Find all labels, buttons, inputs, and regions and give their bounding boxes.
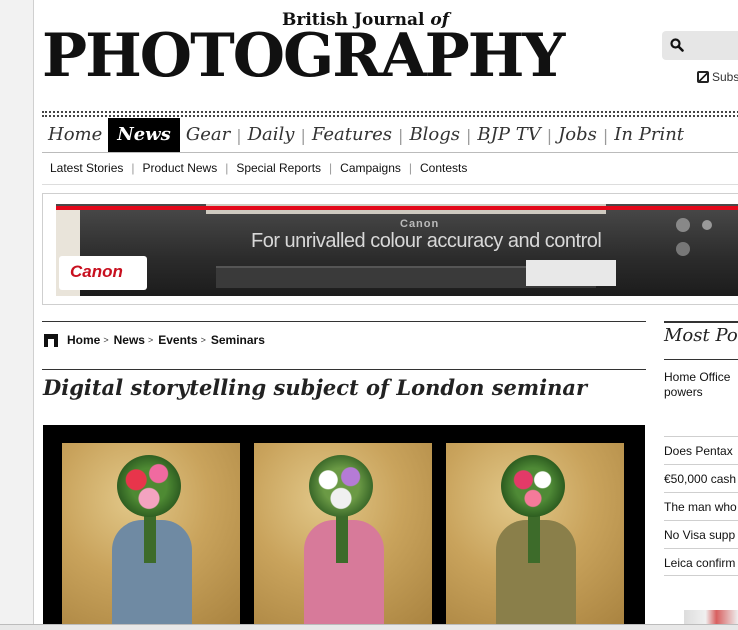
sidebar-title-rule: [664, 359, 738, 360]
browser-scrollbar[interactable]: [0, 624, 738, 630]
ad-printer-button: [676, 218, 690, 232]
breadcrumb: Home > News > Events > Seminars: [44, 333, 265, 347]
subnav-item-campaigns[interactable]: Campaigns: [332, 161, 409, 175]
ad-printer-paper: [526, 260, 616, 286]
main-nav: Home News Gear | Daily | Features | Blog…: [42, 118, 690, 152]
ad-accent-line: [56, 206, 738, 210]
sidebar-list-item[interactable]: €50,000 cash: [664, 464, 738, 492]
ad-printer-button: [676, 242, 690, 256]
breadcrumb-top-rule: [42, 321, 646, 322]
ad-canon-logo: Canon: [70, 262, 123, 281]
breadcrumb-news[interactable]: News: [114, 333, 145, 347]
search-icon[interactable]: [670, 38, 684, 52]
breadcrumb-events[interactable]: Events: [158, 333, 197, 347]
home-icon[interactable]: [44, 333, 58, 347]
masthead-divider: [42, 111, 738, 117]
article-photo-3[interactable]: [446, 443, 624, 630]
nav-item-bjp-tv[interactable]: BJP TV: [471, 118, 546, 152]
article-title: Digital storytelling subject of London s…: [43, 375, 588, 400]
breadcrumb-home[interactable]: Home: [67, 333, 100, 347]
nav-item-news[interactable]: News: [108, 118, 180, 152]
nav-item-blogs[interactable]: Blogs: [403, 118, 466, 152]
nav-divider: [42, 152, 738, 153]
sidebar-title: Most Po: [664, 325, 738, 346]
sub-nav: Latest Stories | Product News | Special …: [42, 161, 475, 175]
subscribe-link[interactable]: Subs: [697, 70, 738, 84]
browser-left-gutter: [0, 0, 34, 630]
subnav-item-product-news[interactable]: Product News: [135, 161, 226, 175]
edit-icon: [697, 71, 709, 83]
sidebar-list-item[interactable]: No Visa supp: [664, 520, 738, 548]
sidebar-feature-link[interactable]: Home Office powers: [664, 370, 738, 400]
nav-item-features[interactable]: Features: [306, 118, 398, 152]
canon-ad-banner[interactable]: Canon For unrivalled colour accuracy and…: [56, 204, 738, 296]
ad-tagline: For unrivalled colour accuracy and contr…: [251, 230, 602, 252]
nav-item-jobs[interactable]: Jobs: [552, 118, 603, 152]
nav-item-in-print[interactable]: In Print: [608, 118, 690, 152]
sidebar-list-item[interactable]: Does Pentax: [664, 436, 738, 464]
sidebar-list-item[interactable]: The man who: [664, 492, 738, 520]
breadcrumb-separator: >: [103, 335, 109, 345]
subnav-item-special-reports[interactable]: Special Reports: [228, 161, 329, 175]
breadcrumb-bottom-rule: [42, 369, 646, 370]
article-photo-1[interactable]: [62, 443, 240, 630]
subnav-item-latest-stories[interactable]: Latest Stories: [42, 161, 131, 175]
sidebar-list: Does Pentax €50,000 cash The man who No …: [664, 436, 738, 576]
subnav-item-contests[interactable]: Contests: [412, 161, 475, 175]
nav-item-home[interactable]: Home: [42, 118, 108, 152]
breadcrumb-separator: >: [200, 335, 206, 345]
ad-printer-button: [702, 220, 712, 230]
article-photo-2[interactable]: [254, 443, 432, 630]
sidebar-list-item[interactable]: Leica confirm: [664, 548, 738, 576]
nav-item-daily[interactable]: Daily: [242, 118, 301, 152]
breadcrumb-separator: >: [147, 335, 154, 345]
sidebar-top-rule: [664, 321, 738, 323]
ad-printer-brand: Canon: [400, 218, 440, 230]
subnav-divider: [42, 184, 738, 185]
masthead-logo[interactable]: PHOTOGRAPHY: [42, 26, 565, 86]
nav-item-gear[interactable]: Gear: [180, 118, 236, 152]
breadcrumb-seminars[interactable]: Seminars: [211, 333, 265, 347]
